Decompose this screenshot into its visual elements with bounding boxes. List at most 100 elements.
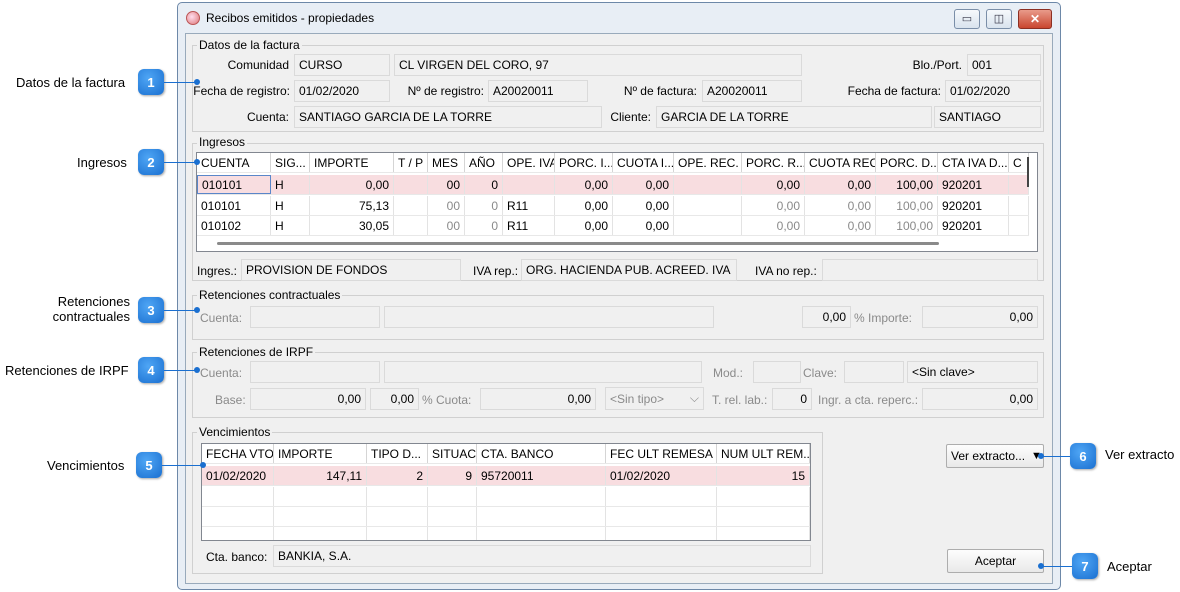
aceptar-button[interactable]: Aceptar [947,549,1044,573]
table-cell[interactable] [394,196,428,215]
table-cell[interactable]: 0,00 [310,175,394,194]
column-header[interactable]: CTA IVA D... [938,153,1009,172]
table-cell[interactable] [606,507,717,526]
table-cell[interactable]: 0 [465,196,503,215]
clave-value-field[interactable]: <Sin clave> [907,361,1038,383]
column-header[interactable]: TIPO D... [367,444,428,463]
table-cell[interactable]: H [271,175,310,194]
table-cell[interactable]: 0,00 [613,216,674,235]
table-cell[interactable]: 147,11 [274,466,367,485]
comunidad-code-field[interactable]: CURSO [294,54,390,76]
column-header[interactable]: NUM ULT REM... [717,444,810,463]
iva-rep-field[interactable]: ORG. HACIENDA PUB. ACREED. IVA [521,259,737,281]
table-cell[interactable] [274,507,367,526]
table-cell[interactable]: 15 [717,466,810,485]
num-factura-field[interactable]: A20020011 [702,80,802,102]
irpf-pct-field[interactable]: 0,00 [370,388,419,410]
table-row[interactable] [202,487,810,507]
table-cell[interactable] [1009,216,1029,235]
table-cell[interactable]: 00 [428,196,465,215]
table-cell[interactable] [606,527,717,540]
column-header[interactable]: CUENTA [197,153,271,172]
cliente-field[interactable]: GARCIA DE LA TORRE [656,106,932,128]
table-cell[interactable]: 01/02/2020 [202,466,274,485]
table-cell[interactable] [674,216,742,235]
column-header[interactable]: T / P [394,153,428,172]
table-cell[interactable]: 00 [428,216,465,235]
table-cell[interactable] [274,527,367,540]
ret-cuenta-field[interactable] [250,306,380,328]
table-cell[interactable]: 010102 [197,216,271,235]
table-cell[interactable]: 920201 [938,216,1009,235]
table-cell[interactable]: 0,00 [742,196,805,215]
table-cell[interactable] [1009,175,1029,194]
table-cell[interactable]: 0 [465,175,503,194]
table-row[interactable] [202,507,810,527]
table-cell[interactable] [394,216,428,235]
mod-field[interactable] [753,361,801,383]
table-cell[interactable] [428,487,477,506]
table-cell[interactable] [674,175,742,194]
column-header[interactable]: FEC ULT REMESA [606,444,717,463]
column-header[interactable]: IMPORTE [310,153,394,172]
table-cell[interactable] [367,507,428,526]
table-cell[interactable]: 0,00 [555,196,613,215]
table-cell[interactable] [202,487,274,506]
table-cell[interactable]: 30,05 [310,216,394,235]
close-button[interactable]: ✕ [1018,9,1052,29]
table-cell[interactable]: 0,00 [555,175,613,194]
table-cell[interactable]: 0,00 [742,216,805,235]
table-cell[interactable] [367,487,428,506]
table-row[interactable]: 010101 H 75,13 00 0 R11 0,00 0,00 0,00 0… [197,196,1029,216]
column-header[interactable]: AÑO [465,153,503,172]
table-cell[interactable] [367,527,428,540]
blo-port-field[interactable]: 001 [967,54,1041,76]
table-cell[interactable]: 0 [465,216,503,235]
table-cell[interactable]: R11 [503,196,555,215]
table-cell[interactable]: 100,00 [876,196,938,215]
iva-norep-field[interactable] [822,259,1038,281]
ingresos-grid[interactable]: CUENTA SIG... IMPORTE T / P MES AÑO OPE.… [196,152,1038,252]
table-cell[interactable]: 9 [428,466,477,485]
irpf-cuenta-field[interactable] [250,361,380,383]
column-header[interactable]: PORC. R... [742,153,805,172]
tipo-select[interactable]: <Sin tipo> ⌵ [605,387,704,410]
table-cell[interactable]: R11 [503,216,555,235]
table-cell[interactable]: 0,00 [805,196,876,215]
table-cell[interactable] [202,507,274,526]
table-cell[interactable] [202,527,274,540]
table-cell[interactable]: 100,00 [876,175,938,194]
table-cell[interactable]: 0,00 [805,175,876,194]
table-cell[interactable] [717,527,810,540]
column-header[interactable]: PORC. I... [555,153,613,172]
table-cell[interactable]: 2 [367,466,428,485]
vertical-scrollbar[interactable] [1027,157,1029,187]
num-registro-field[interactable]: A20020011 [488,80,588,102]
table-cell[interactable]: H [271,216,310,235]
table-cell[interactable] [477,527,606,540]
column-header[interactable]: CTA. BANCO [477,444,606,463]
table-cell[interactable] [1009,196,1029,215]
table-cell[interactable] [674,196,742,215]
table-cell[interactable] [428,527,477,540]
column-header[interactable]: SIG... [271,153,310,172]
column-header[interactable]: PORC. D... [876,153,938,172]
ret-importe-field[interactable]: 0,00 [922,306,1038,328]
table-cell[interactable] [717,507,810,526]
column-header[interactable]: OPE. REC. [674,153,742,172]
table-cell[interactable] [477,487,606,506]
fecha-factura-field[interactable]: 01/02/2020 [945,80,1041,102]
table-cell[interactable]: 75,13 [310,196,394,215]
minimize-button[interactable]: ▭ [954,9,980,29]
table-cell[interactable] [477,507,606,526]
table-cell[interactable]: 920201 [938,196,1009,215]
cta-banco-field[interactable]: BANKIA, S.A. [273,545,811,567]
cuota-field[interactable]: 0,00 [480,388,596,410]
clave-code-field[interactable] [844,361,904,383]
column-header[interactable]: CUOTA REC. [805,153,876,172]
base-field[interactable]: 0,00 [250,388,366,410]
table-row[interactable]: 010102 H 30,05 00 0 R11 0,00 0,00 0,00 0… [197,216,1029,236]
table-row[interactable]: 010101 H 0,00 00 0 0,00 0,00 0,00 0,00 1… [197,175,1029,195]
vencimientos-grid[interactable]: FECHA VTO IMPORTE TIPO D... SITUAC... CT… [201,443,811,541]
table-cell[interactable]: 010101 [197,196,271,215]
